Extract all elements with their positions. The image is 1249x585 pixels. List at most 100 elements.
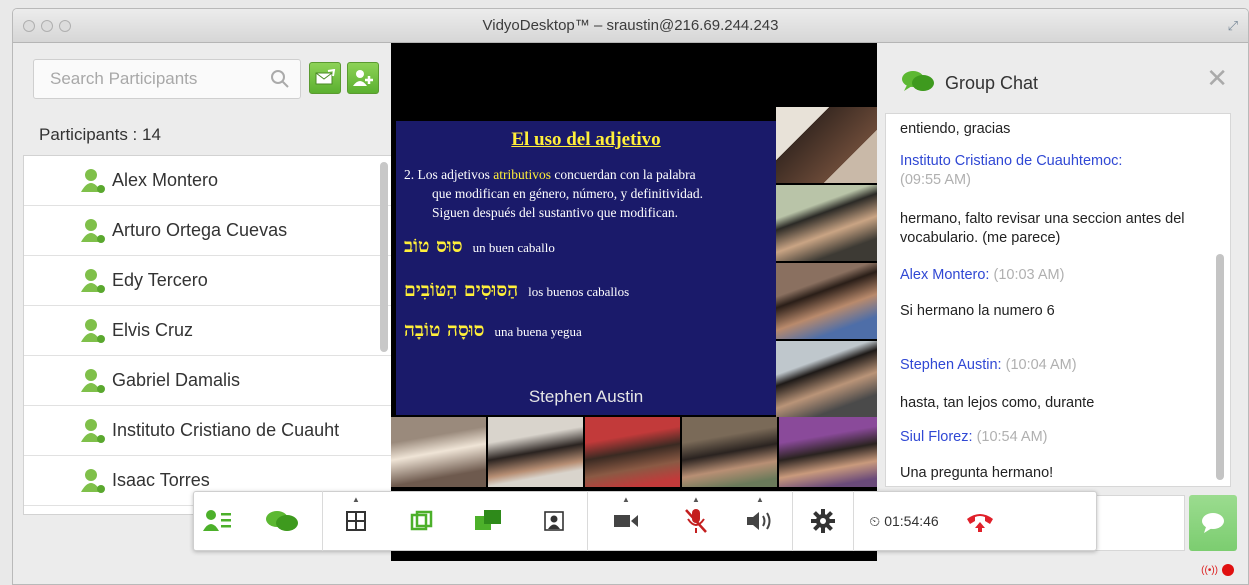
hebrew-gloss: una buena yegua: [494, 324, 582, 339]
participant-video-tile[interactable]: [585, 417, 682, 487]
video-thumbnails-right: [776, 107, 877, 419]
participant-name: Gabriel Damalis: [112, 370, 241, 390]
search-input[interactable]: [34, 60, 254, 98]
participant-video-tile[interactable]: [776, 341, 877, 419]
vidyo-window: VidyoDesktop™ – sraustin@216.69.244.243 …: [12, 8, 1249, 585]
chat-message: hermano, falto revisar una seccion antes…: [900, 211, 1185, 246]
slide-hebrew-row: סוּס טוֹב un buen caballo: [404, 235, 555, 258]
participant-list-icon: [203, 510, 231, 531]
caret-up-icon: ▲: [622, 495, 630, 504]
chat-message: Una pregunta hermano!: [900, 465, 1054, 481]
participant-video-tile[interactable]: [776, 107, 877, 185]
chat-toggle-button[interactable]: [242, 491, 322, 551]
participant-name: Arturo Ortega Cuevas: [112, 220, 288, 240]
slide-hebrew-row: הַסּוּסִים הַטּוֹבִים los buenos caballos: [404, 279, 629, 302]
gear-icon: [811, 509, 835, 533]
chat-icon: [266, 511, 298, 531]
participant-user-icon: [80, 268, 106, 299]
participant-row[interactable]: Edy Tercero: [24, 256, 392, 306]
slide-line: que modifican en género, número, y defin…: [432, 186, 704, 201]
video-area: El uso del adjetivo 2. Los adjetivos atr…: [391, 43, 877, 561]
participant-video-tile[interactable]: [779, 417, 877, 487]
email-icon: [315, 69, 336, 85]
chat-message-header: Instituto Cristiano de Cuauhtemoc: (09:55…: [900, 152, 1210, 190]
video-camera-icon: [614, 515, 638, 527]
participant-user-icon: [80, 418, 106, 449]
participant-name: Alex Montero: [112, 170, 219, 190]
chat-sender: Alex Montero:: [900, 267, 990, 283]
close-icon[interactable]: ✕: [1206, 65, 1228, 91]
call-timer: ⏲ 01:54:46: [854, 491, 954, 551]
search-box: [33, 59, 301, 99]
chat-log: entiendo, gracias Instituto Cristiano de…: [885, 113, 1231, 487]
participant-video-tile[interactable]: [391, 417, 488, 487]
participant-row[interactable]: Alex Montero: [24, 156, 392, 206]
chat-sender: Instituto Cristiano de Cuauhtemoc:: [900, 153, 1123, 169]
caret-up-icon: ▲: [756, 495, 764, 504]
chat-time: (10:04 AM): [1005, 357, 1077, 373]
speaker-button[interactable]: ▲: [728, 491, 792, 551]
share-screen-button[interactable]: [455, 491, 521, 551]
chat-message-header: Stephen Austin: (10:04 AM): [900, 356, 1210, 375]
title-bar: VidyoDesktop™ – sraustin@216.69.244.243 …: [13, 9, 1248, 43]
caret-up-icon: ▲: [352, 495, 360, 504]
hang-up-button[interactable]: [954, 491, 1006, 551]
hebrew-gloss: los buenos caballos: [528, 284, 630, 299]
self-view-icon: [544, 511, 564, 531]
self-view-button[interactable]: [521, 491, 587, 551]
participant-user-icon: [80, 168, 106, 199]
participant-video-tile[interactable]: [776, 185, 877, 263]
chat-time: (09:55 AM): [900, 172, 971, 188]
participant-video-tile[interactable]: [488, 417, 585, 487]
broadcast-icon: ((•)): [1201, 564, 1218, 576]
participant-name: Edy Tercero: [112, 270, 208, 290]
slide-body: 2. Los adjetivos atributivos concuerdan …: [404, 165, 774, 222]
hang-up-phone-icon: [967, 514, 993, 532]
stacked-windows-icon: [410, 510, 433, 531]
participant-row[interactable]: Arturo Ortega Cuevas: [24, 206, 392, 256]
fullscreen-icon[interactable]: ⤢: [1228, 18, 1238, 34]
participants-scrollbar[interactable]: [380, 162, 388, 352]
slide-line: 2. Los adjetivos atributivos concuerdan …: [404, 167, 696, 182]
participant-video-tile[interactable]: [682, 417, 779, 487]
participant-name: Elvis Cruz: [112, 320, 194, 340]
search-icon[interactable]: [270, 69, 290, 94]
layout-grid-icon: [346, 511, 366, 531]
slide-hebrew-row: סוּסָה טוֹבָה una buena yegua: [404, 319, 582, 342]
add-user-icon: [353, 70, 373, 86]
participant-row[interactable]: Instituto Cristiano de Cuauht: [24, 406, 392, 456]
window-title: VidyoDesktop™ – sraustin@216.69.244.243: [482, 17, 779, 34]
participant-user-icon: [80, 468, 106, 499]
participant-name: Instituto Cristiano de Cuauht: [112, 420, 340, 440]
hebrew-text: סוּס טוֹב: [404, 235, 463, 257]
chat-scrollbar[interactable]: [1216, 254, 1224, 480]
chat-message: entiendo, gracias: [900, 121, 1011, 137]
shared-slide: El uso del adjetivo 2. Los adjetivos atr…: [396, 121, 776, 415]
hebrew-text: סוּסָה טוֹבָה: [404, 319, 485, 341]
chat-message: hasta, tan lejos como, durante: [900, 395, 1095, 411]
participant-row[interactable]: Gabriel Damalis: [24, 356, 392, 406]
preview-button[interactable]: [389, 491, 455, 551]
mic-muted-icon: [685, 509, 707, 533]
share-screen-icon: [475, 510, 501, 530]
chat-message-header: Alex Montero: (10:03 AM): [900, 266, 1210, 285]
add-participant-button[interactable]: [347, 62, 379, 94]
invite-email-button[interactable]: [309, 62, 341, 94]
chat-header: Group Chat: [901, 69, 1038, 98]
hebrew-gloss: un buen caballo: [472, 240, 555, 255]
chat-time: (10:54 AM): [976, 429, 1048, 445]
timer-text: 01:54:46: [884, 513, 939, 529]
settings-button[interactable]: [793, 491, 853, 551]
participant-row[interactable]: Elvis Cruz: [24, 306, 392, 356]
hebrew-text: הַסּוּסִים הַטּוֹבִים: [404, 279, 519, 301]
chat-time: (10:03 AM): [993, 267, 1065, 283]
send-message-button[interactable]: [1189, 495, 1237, 551]
layout-button[interactable]: ▲: [323, 491, 389, 551]
camera-button[interactable]: ▲: [588, 491, 664, 551]
microphone-button[interactable]: ▲: [664, 491, 728, 551]
participant-name: Isaac Torres: [112, 470, 210, 490]
participants-toggle-button[interactable]: [194, 491, 242, 551]
participant-video-tile[interactable]: [776, 263, 877, 341]
participants-count: Participants : 14: [39, 125, 161, 144]
call-toolbar: ▲ ▲ ▲ ▲ ⏲ 01:54:46: [193, 491, 1097, 551]
